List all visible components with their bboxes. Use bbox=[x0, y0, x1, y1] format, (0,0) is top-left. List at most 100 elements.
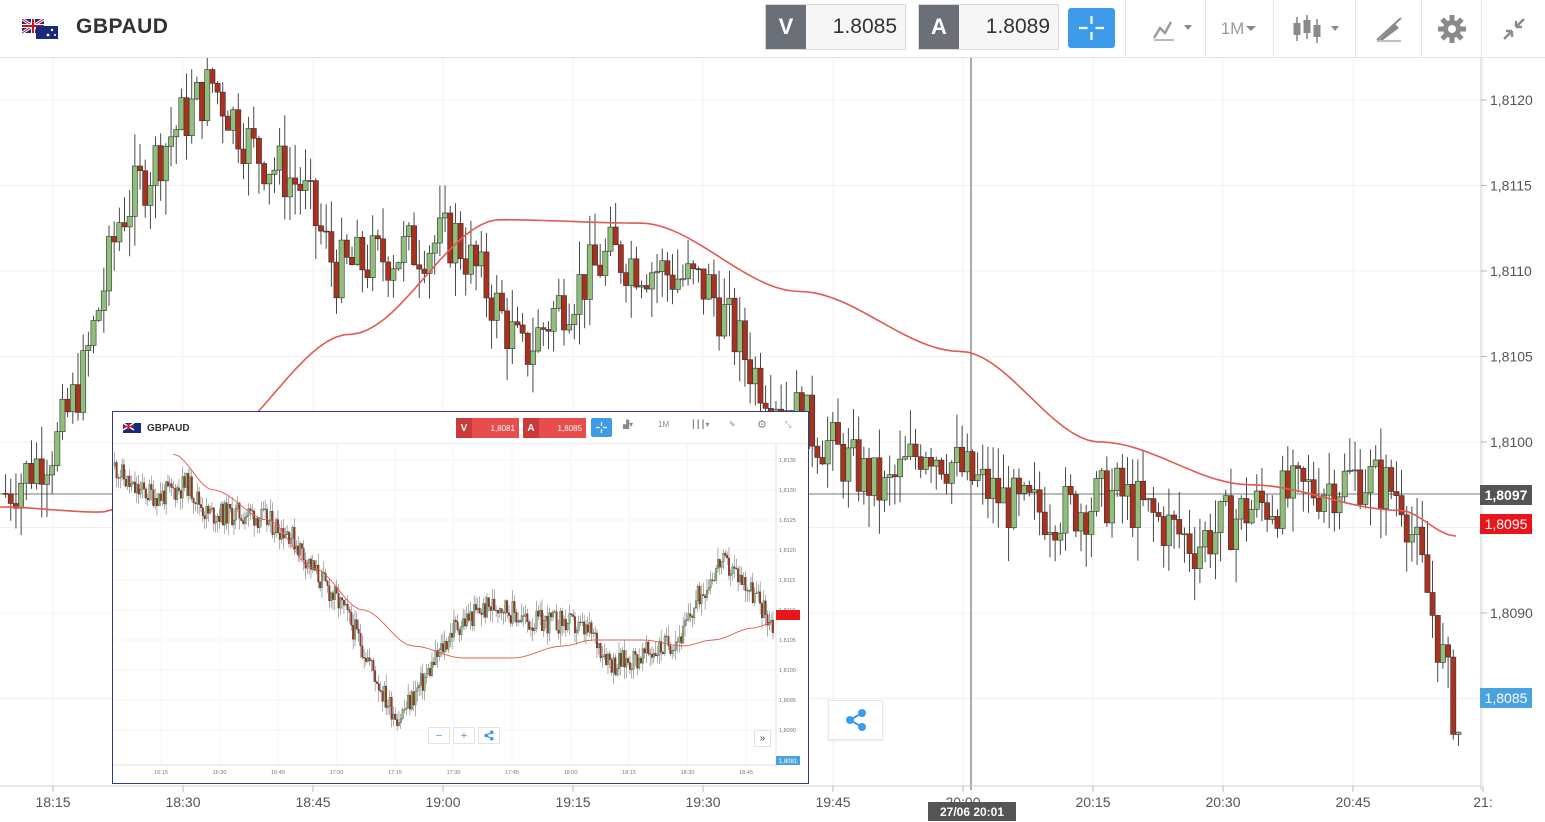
candle-up bbox=[1202, 530, 1208, 548]
inset-candle-up bbox=[753, 593, 756, 603]
inset-time-tick-label: 18:30 bbox=[681, 770, 695, 776]
time-tick-label: 18:15 bbox=[35, 794, 70, 810]
candle-down bbox=[690, 263, 697, 270]
inset-candle-up bbox=[291, 527, 294, 539]
inset-grid bbox=[113, 443, 776, 765]
candle-up bbox=[1346, 470, 1353, 472]
sell-price: 1.8085 bbox=[832, 15, 897, 38]
inset-scroll-right-button[interactable]: » bbox=[754, 730, 771, 747]
buy-price-button[interactable]: A 1.8089 bbox=[918, 4, 1059, 50]
candle-up bbox=[1010, 477, 1017, 529]
candle-down bbox=[411, 225, 417, 266]
inset-candle-up bbox=[205, 505, 208, 519]
candle-up bbox=[1248, 509, 1255, 524]
candle-up bbox=[90, 320, 97, 346]
inset-candle-up bbox=[673, 649, 675, 651]
inset-candle-down bbox=[623, 650, 626, 668]
candle-down bbox=[643, 285, 650, 290]
inset-candle-up bbox=[645, 641, 648, 654]
candle-up bbox=[54, 431, 61, 467]
inset-candle-up bbox=[597, 643, 600, 648]
candle-down bbox=[292, 177, 299, 185]
inset-candle-down bbox=[240, 518, 243, 521]
candle-up bbox=[1145, 498, 1152, 501]
inset-candle-down bbox=[629, 662, 631, 670]
inset-candle-up bbox=[299, 543, 301, 556]
candle-up bbox=[721, 304, 728, 337]
candle-style-dropdown[interactable] bbox=[1273, 0, 1355, 57]
inset-time-tick-label: 17:45 bbox=[505, 770, 519, 776]
inset-candle-up bbox=[482, 603, 485, 615]
time-tick-label: 19:00 bbox=[425, 794, 460, 810]
inset-zoom-out-button[interactable]: − bbox=[428, 727, 450, 744]
inset-candle-up bbox=[165, 481, 168, 505]
inset-candle-down bbox=[640, 658, 642, 664]
candle-down bbox=[664, 260, 671, 276]
candle-down bbox=[1016, 477, 1022, 494]
candle-down bbox=[1052, 532, 1059, 541]
candle-down bbox=[1331, 483, 1338, 514]
chart-type-dropdown[interactable] bbox=[1125, 0, 1205, 57]
candle-down bbox=[742, 320, 748, 361]
inset-candle-down bbox=[429, 668, 432, 676]
inset-candle-up bbox=[552, 611, 554, 618]
candle-down bbox=[757, 367, 764, 404]
inset-share-button[interactable] bbox=[478, 727, 500, 744]
inset-candle-down bbox=[231, 508, 234, 525]
inset-candle-down bbox=[372, 660, 375, 671]
inset-candle-down bbox=[454, 619, 457, 622]
inset-candle-down bbox=[190, 476, 193, 499]
settings-button[interactable] bbox=[1421, 0, 1481, 57]
inset-candle-down bbox=[346, 603, 349, 610]
inset-price-tick-label: 1,8090 bbox=[779, 728, 796, 734]
inset-price-tick-label: 1,8095 bbox=[779, 698, 796, 704]
candle-up bbox=[705, 274, 712, 300]
candle-up bbox=[964, 451, 971, 473]
candle-down bbox=[1357, 469, 1364, 505]
inset-candle-down bbox=[421, 673, 424, 691]
candle-up bbox=[106, 236, 112, 292]
candle-up bbox=[1098, 470, 1105, 479]
collapse-button[interactable] bbox=[1481, 0, 1545, 57]
inset-candle-up bbox=[154, 498, 157, 506]
inset-zoom-in-button[interactable]: + bbox=[453, 727, 475, 744]
candle-up bbox=[1238, 498, 1245, 520]
inset-candle-down bbox=[480, 612, 483, 615]
interval-dropdown[interactable]: 1M bbox=[1205, 0, 1273, 57]
candle-up bbox=[566, 324, 573, 331]
drawing-tools-button[interactable] bbox=[1355, 0, 1421, 57]
inset-candle-up bbox=[520, 615, 523, 623]
gb-au-flag-icon bbox=[22, 19, 58, 39]
candle-up bbox=[152, 145, 159, 186]
inset-candle-up bbox=[601, 656, 604, 658]
candle-up bbox=[555, 295, 562, 309]
inset-candle-down bbox=[583, 621, 586, 635]
inset-candle-down bbox=[300, 543, 303, 549]
candle-down bbox=[943, 473, 950, 484]
inset-candle-down bbox=[451, 633, 454, 638]
sell-price-button[interactable]: V 1.8085 bbox=[765, 4, 906, 50]
candle-down bbox=[421, 268, 428, 274]
candle-up bbox=[638, 285, 645, 288]
candle-up bbox=[829, 422, 836, 441]
inset-candle-up bbox=[473, 604, 476, 626]
inset-candle-up bbox=[530, 627, 532, 630]
inset-candle-up bbox=[418, 685, 421, 688]
inset-candle-up bbox=[443, 641, 446, 653]
inset-candle-up bbox=[658, 641, 661, 656]
candle-down bbox=[219, 91, 226, 117]
inset-candle-down bbox=[572, 614, 575, 617]
share-button[interactable] bbox=[828, 700, 883, 740]
candle-down bbox=[1072, 494, 1079, 532]
candle-down bbox=[876, 457, 883, 501]
inset-candle-down bbox=[361, 645, 364, 658]
chevron-down-icon bbox=[1246, 25, 1257, 31]
buy-price: 1.8089 bbox=[985, 15, 1050, 38]
sell-label: V bbox=[766, 5, 806, 49]
inset-candle-down bbox=[198, 491, 201, 505]
inset-candle-down bbox=[317, 564, 320, 583]
crosshair-toggle-button[interactable] bbox=[1068, 8, 1115, 48]
inset-candle-up bbox=[211, 507, 213, 510]
inset-candle-down bbox=[253, 510, 256, 526]
inset-candle-down bbox=[541, 610, 543, 632]
